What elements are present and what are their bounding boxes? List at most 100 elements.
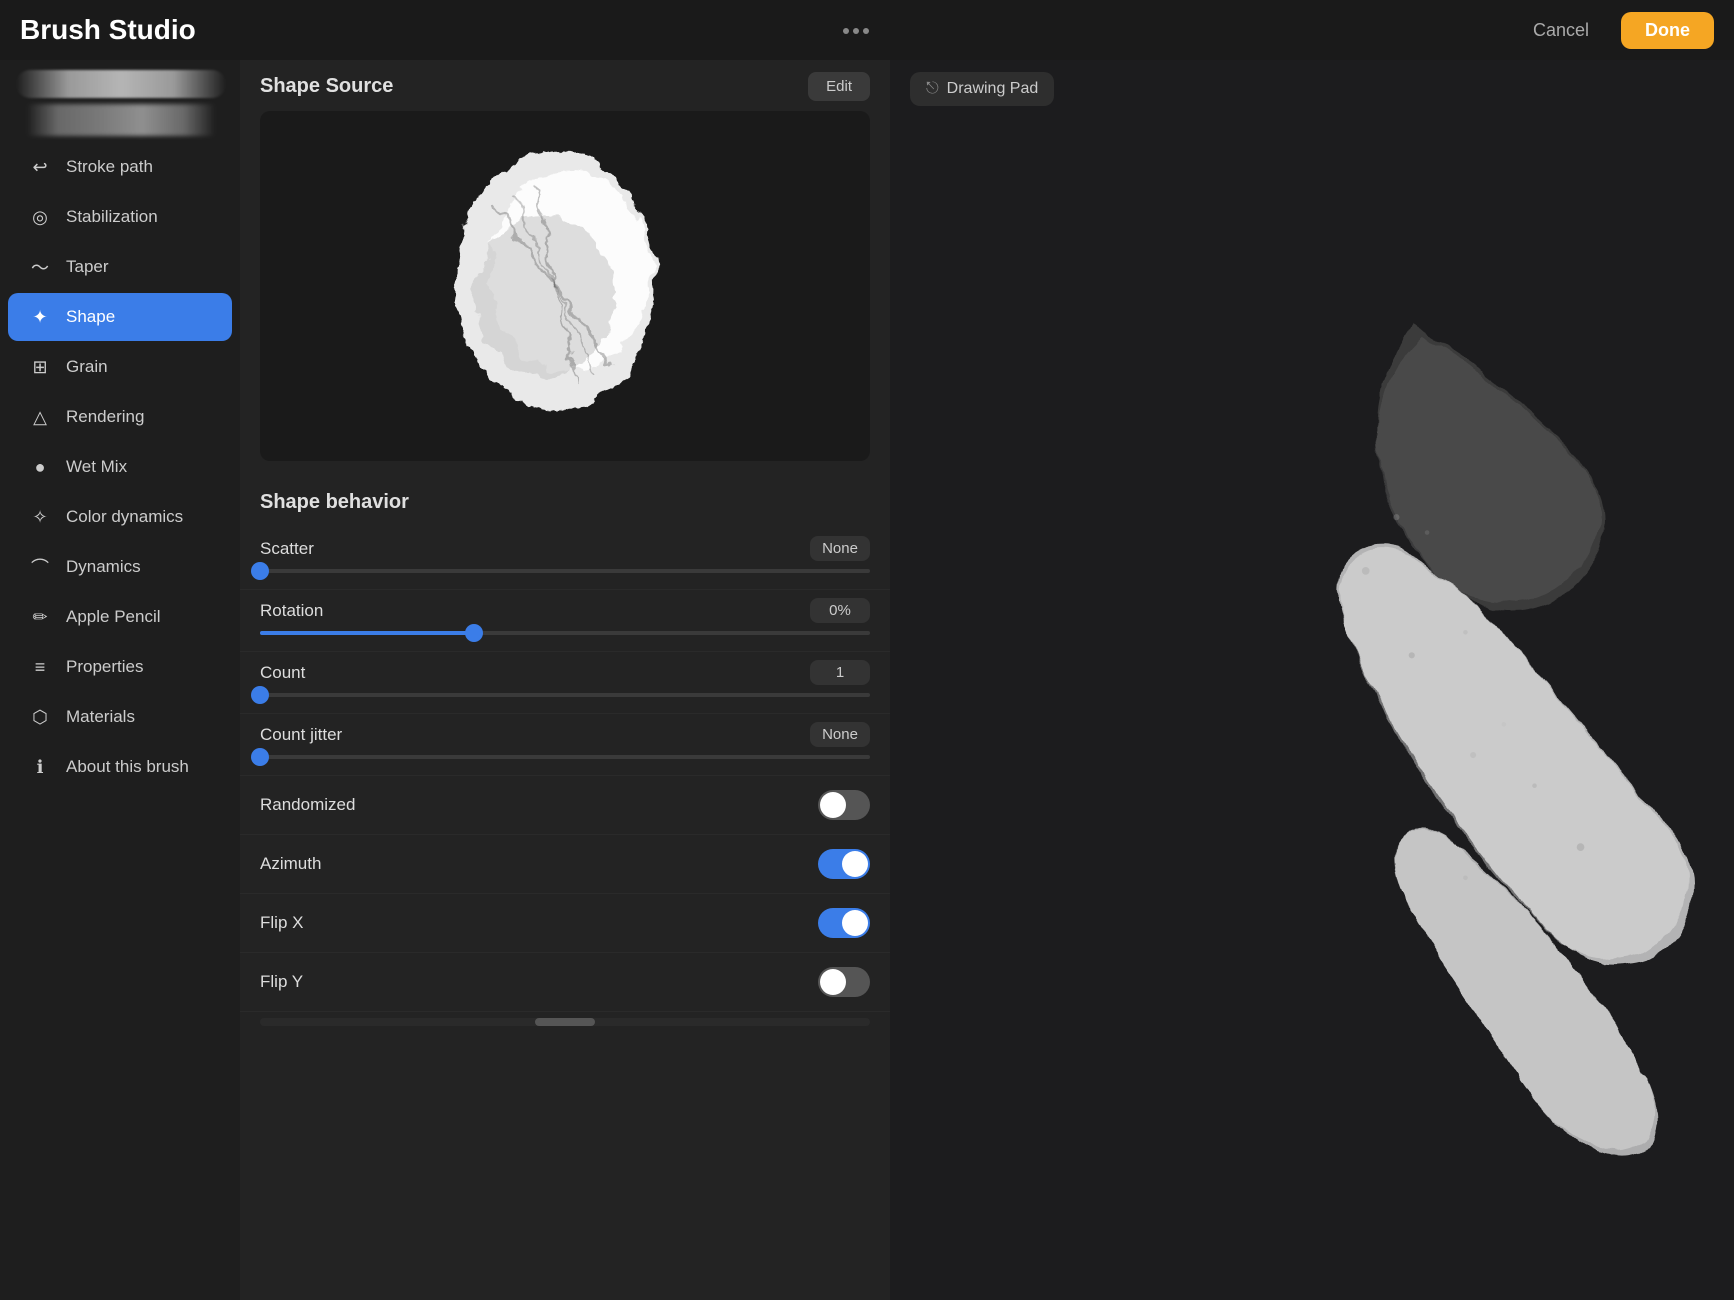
drawing-pad-button[interactable]: ⎋ Drawing Pad (910, 72, 1054, 106)
about-icon: ℹ (28, 755, 52, 779)
rendering-icon: △ (28, 405, 52, 429)
sidebar-item-wet-mix[interactable]: ● Wet Mix (8, 443, 232, 491)
sidebar-label-wet-mix: Wet Mix (66, 457, 127, 477)
sidebar: ↩ Stroke path ◎ Stabilization 〜 Taper ✦ … (0, 60, 240, 1300)
shape-source-preview (260, 111, 870, 461)
sidebar-item-color-dynamics[interactable]: ✧ Color dynamics (8, 493, 232, 541)
sidebar-item-shape[interactable]: ✦ Shape (8, 293, 232, 341)
top-bar-actions: Cancel Done (1517, 12, 1714, 49)
panel-header: Shape Source Edit (240, 60, 890, 111)
sidebar-label-color-dynamics: Color dynamics (66, 507, 183, 527)
sidebar-label-grain: Grain (66, 357, 108, 377)
sidebar-item-grain[interactable]: ⊞ Grain (8, 343, 232, 391)
sidebar-label-about: About this brush (66, 757, 189, 777)
edit-button[interactable]: Edit (808, 72, 870, 101)
canvas-area[interactable] (890, 118, 1734, 1300)
scatter-thumb[interactable] (251, 562, 269, 580)
randomized-toggle[interactable] (818, 790, 870, 820)
flip-x-toggle[interactable] (818, 908, 870, 938)
rotation-header: Rotation 0% (260, 598, 870, 623)
randomized-knob (820, 792, 846, 818)
dynamics-icon: ⌒ (28, 555, 52, 579)
count-jitter-header: Count jitter None (260, 722, 870, 747)
brush-blob-svg (415, 126, 715, 446)
sidebar-label-stroke-path: Stroke path (66, 157, 153, 177)
materials-icon: ⬡ (28, 705, 52, 729)
scatter-label: Scatter (260, 539, 314, 559)
count-value: 1 (810, 660, 870, 685)
rotation-label: Rotation (260, 601, 323, 621)
count-jitter-slider[interactable] (260, 755, 870, 759)
drawing-pad: ⎋ Drawing Pad (890, 60, 1734, 1300)
done-button[interactable]: Done (1621, 12, 1714, 49)
sidebar-item-materials[interactable]: ⬡ Materials (8, 693, 232, 741)
count-thumb[interactable] (251, 686, 269, 704)
sidebar-label-stabilization: Stabilization (66, 207, 158, 227)
flip-x-row: Flip X (240, 894, 890, 953)
top-bar: Brush Studio Cancel Done (0, 0, 1734, 60)
apple-pencil-icon: ✏ (28, 605, 52, 629)
flip-x-label: Flip X (260, 913, 303, 933)
sidebar-label-rendering: Rendering (66, 407, 144, 427)
main-content: ↩ Stroke path ◎ Stabilization 〜 Taper ✦ … (0, 60, 1734, 1300)
cancel-button[interactable]: Cancel (1517, 12, 1605, 49)
scatter-control: Scatter None (240, 528, 890, 590)
count-header: Count 1 (260, 660, 870, 685)
sidebar-item-stabilization[interactable]: ◎ Stabilization (8, 193, 232, 241)
sidebar-item-taper[interactable]: 〜 Taper (8, 243, 232, 291)
count-label: Count (260, 663, 305, 683)
drawing-pad-icon: ⎋ (926, 80, 939, 98)
sidebar-label-shape: Shape (66, 307, 115, 327)
rotation-thumb[interactable] (465, 624, 483, 642)
shape-icon: ✦ (28, 305, 52, 329)
count-jitter-label: Count jitter (260, 725, 342, 745)
sidebar-item-apple-pencil[interactable]: ✏ Apple Pencil (8, 593, 232, 641)
brush-stroke-preview-2 (16, 104, 226, 136)
wet-mix-icon: ● (28, 455, 52, 479)
rotation-control: Rotation 0% (240, 590, 890, 652)
count-jitter-control: Count jitter None (240, 714, 890, 776)
azimuth-toggle[interactable] (818, 849, 870, 879)
stabilization-icon: ◎ (28, 205, 52, 229)
flip-y-label: Flip Y (260, 972, 303, 992)
drawing-pad-header: ⎋ Drawing Pad (890, 60, 1734, 118)
bottom-scrollbar[interactable] (260, 1018, 870, 1026)
azimuth-knob (842, 851, 868, 877)
taper-icon: 〜 (28, 255, 52, 279)
sidebar-item-stroke-path[interactable]: ↩ Stroke path (8, 143, 232, 191)
count-control: Count 1 (240, 652, 890, 714)
rotation-fill (260, 631, 474, 635)
rotation-value: 0% (810, 598, 870, 623)
sidebar-label-properties: Properties (66, 657, 143, 677)
brush-strokes-svg (890, 118, 1734, 1300)
sidebar-item-about[interactable]: ℹ About this brush (8, 743, 232, 791)
sidebar-label-taper: Taper (66, 257, 109, 277)
azimuth-row: Azimuth (240, 835, 890, 894)
randomized-row: Randomized (240, 776, 890, 835)
section-title: Shape behavior (240, 481, 890, 528)
color-dynamics-icon: ✧ (28, 505, 52, 529)
scatter-slider[interactable] (260, 569, 870, 573)
sidebar-item-properties[interactable]: ≡ Properties (8, 643, 232, 691)
flip-y-knob (820, 969, 846, 995)
sidebar-label-materials: Materials (66, 707, 135, 727)
brush-preview (0, 60, 240, 142)
center-panel: Shape Source Edit Shape behavior (240, 60, 890, 1300)
panel-title: Shape Source (260, 75, 393, 98)
sidebar-item-rendering[interactable]: △ Rendering (8, 393, 232, 441)
count-slider[interactable] (260, 693, 870, 697)
count-jitter-thumb[interactable] (251, 748, 269, 766)
scrollbar-thumb[interactable] (535, 1018, 595, 1026)
drawing-pad-text: Drawing Pad (947, 80, 1039, 98)
count-jitter-value: None (810, 722, 870, 747)
rotation-slider[interactable] (260, 631, 870, 635)
dots-menu[interactable] (841, 21, 871, 39)
app-title: Brush Studio (20, 14, 196, 46)
sidebar-label-dynamics: Dynamics (66, 557, 141, 577)
flip-y-toggle[interactable] (818, 967, 870, 997)
azimuth-label: Azimuth (260, 854, 321, 874)
flip-x-knob (842, 910, 868, 936)
scatter-value: None (810, 536, 870, 561)
sidebar-item-dynamics[interactable]: ⌒ Dynamics (8, 543, 232, 591)
stroke-path-icon: ↩ (28, 155, 52, 179)
